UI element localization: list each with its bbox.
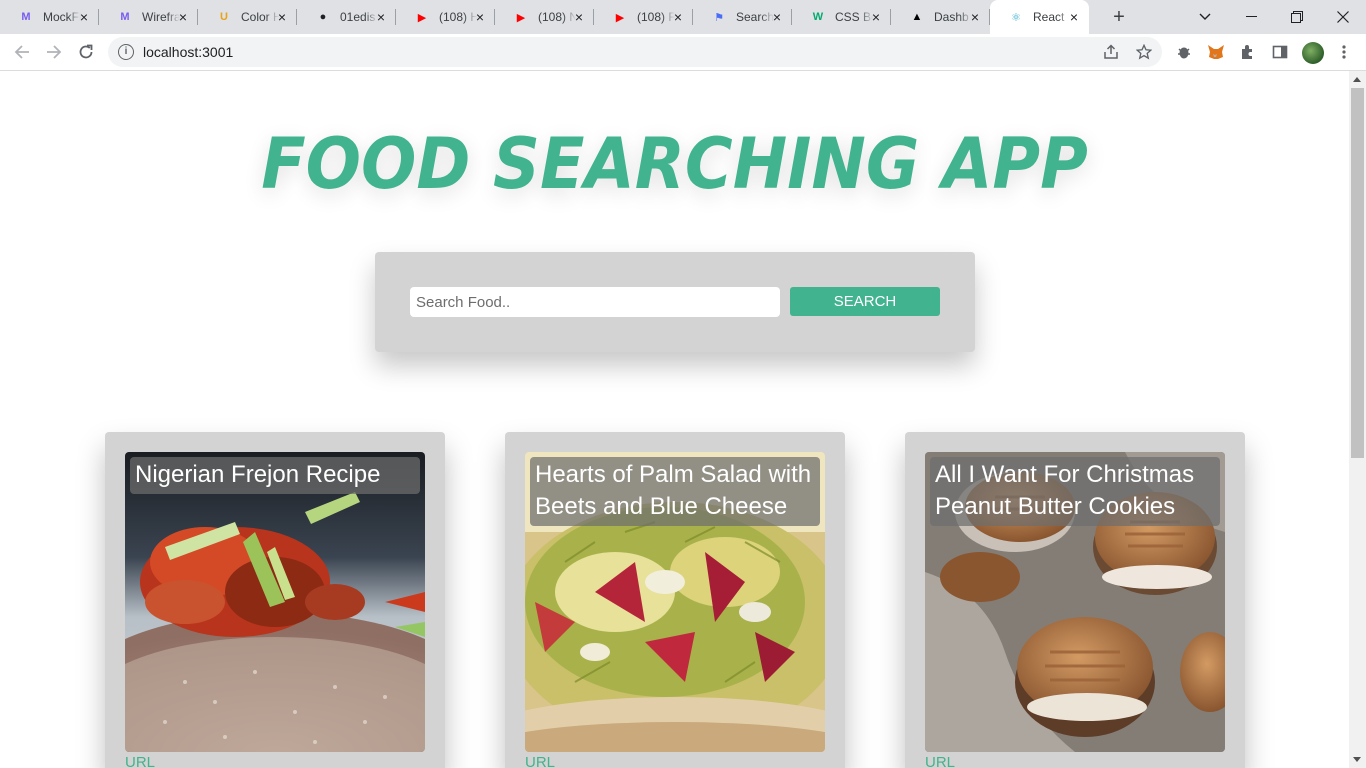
- tab-close-icon[interactable]: ×: [572, 10, 586, 24]
- tab-title: 01edis: [340, 10, 376, 24]
- tab-close-icon[interactable]: ×: [968, 10, 982, 24]
- tab-title: CSS Bo: [835, 10, 873, 24]
- restore-icon: [1291, 11, 1303, 23]
- recipe-image: All I Want For Christmas Peanut Butter C…: [925, 452, 1225, 752]
- app-title: FOOD SEARCHING APP: [261, 123, 1088, 205]
- browser-tab[interactable]: ▶ (108) F ×: [594, 0, 693, 34]
- flag-icon: ⚑: [714, 11, 724, 24]
- tab-close-icon[interactable]: ×: [275, 10, 289, 24]
- share-icon[interactable]: [1101, 42, 1121, 62]
- tab-title: Color Hunt: [241, 10, 279, 24]
- arrow-right-icon: [47, 45, 62, 59]
- recipe-url-link[interactable]: URL: [925, 754, 955, 768]
- scroll-down-icon[interactable]: [1353, 757, 1361, 762]
- react-icon: ⚛: [1011, 11, 1021, 24]
- scroll-up-icon[interactable]: [1353, 77, 1361, 82]
- tab-title: (108) F: [637, 10, 675, 24]
- youtube-icon: ▶: [417, 11, 427, 24]
- browser-tab-strip: MMockFlow×MWireframe×UColor Hunt×●01edis…: [0, 0, 1366, 34]
- mockflow-icon: M: [120, 11, 130, 23]
- tab-title: Search: [736, 10, 774, 24]
- side-panel-icon[interactable]: [1270, 42, 1290, 62]
- recipe-image: Nigerian Frejon Recipe: [125, 452, 425, 752]
- browser-menu-icon[interactable]: [1334, 42, 1354, 62]
- search-panel: SEARCH: [375, 252, 975, 352]
- scrollbar-thumb[interactable]: [1351, 88, 1364, 458]
- arrow-left-icon: [14, 45, 29, 59]
- address-bar[interactable]: i localhost:3001: [108, 37, 1162, 67]
- youtube-icon: ▶: [516, 11, 526, 24]
- browser-tab[interactable]: ▲ Dashb ×: [891, 0, 990, 34]
- tab-title: Wireframe: [142, 10, 180, 24]
- recipe-title: Hearts of Palm Salad with Beets and Blue…: [530, 457, 820, 526]
- bug-extension-icon[interactable]: [1174, 42, 1194, 62]
- page-viewport: FOOD SEARCHING APP SEARCH: [0, 71, 1349, 768]
- browser-tab[interactable]: ▶ (108) N ×: [495, 0, 594, 34]
- tab-close-icon[interactable]: ×: [770, 10, 784, 24]
- extensions-puzzle-icon[interactable]: [1238, 42, 1258, 62]
- new-tab-button[interactable]: +: [1108, 6, 1130, 28]
- browser-toolbar: i localhost:3001: [0, 34, 1366, 71]
- recipe-title: Nigerian Frejon Recipe: [130, 457, 420, 494]
- github-icon: ●: [319, 11, 327, 23]
- w3-icon: W: [812, 11, 824, 23]
- tab-title: React: [1033, 10, 1065, 24]
- tab-title: (108) N: [538, 10, 576, 24]
- recipe-card: All I Want For Christmas Peanut Butter C…: [905, 432, 1245, 768]
- browser-tab[interactable]: ▶ (108) H ×: [396, 0, 495, 34]
- chevron-down-icon: [1199, 13, 1211, 20]
- bookmark-star-icon[interactable]: [1134, 42, 1154, 62]
- recipe-image: Hearts of Palm Salad with Beets and Blue…: [525, 452, 825, 752]
- tab-close-icon[interactable]: ×: [374, 10, 388, 24]
- tab-close-icon[interactable]: ×: [473, 10, 487, 24]
- back-button[interactable]: [10, 40, 34, 64]
- color-hunt-icon: U: [220, 11, 228, 23]
- close-icon: [1337, 11, 1349, 23]
- search-input[interactable]: [410, 287, 780, 317]
- browser-tab[interactable]: ⚑ Search ×: [693, 0, 792, 34]
- recipe-url-link[interactable]: URL: [525, 754, 555, 768]
- close-window-button[interactable]: [1320, 0, 1366, 34]
- frejon-photo: [125, 452, 425, 752]
- site-info-icon[interactable]: i: [118, 44, 134, 60]
- browser-tab[interactable]: W CSS Bo×: [792, 0, 891, 34]
- forward-button[interactable]: [42, 40, 66, 64]
- restore-button[interactable]: [1274, 0, 1320, 34]
- tab-title: (108) H: [439, 10, 477, 24]
- tab-close-icon[interactable]: ×: [1067, 10, 1081, 24]
- recipe-title: All I Want For Christmas Peanut Butter C…: [930, 457, 1220, 526]
- reload-button[interactable]: [74, 40, 98, 64]
- mockflow-icon: M: [21, 11, 31, 23]
- browser-tab[interactable]: ● 01edis ×: [297, 0, 396, 34]
- tab-search-button[interactable]: [1182, 0, 1228, 34]
- tab-title: Dashb: [934, 10, 969, 24]
- tab-close-icon[interactable]: ×: [176, 10, 190, 24]
- minimize-icon: [1245, 16, 1257, 17]
- browser-tab[interactable]: M Wireframe×: [99, 0, 198, 34]
- reload-icon: [79, 44, 93, 59]
- search-button[interactable]: SEARCH: [790, 287, 940, 316]
- metamask-fox-icon[interactable]: [1206, 42, 1226, 62]
- tab-close-icon[interactable]: ×: [77, 10, 91, 24]
- minimize-button[interactable]: [1228, 0, 1274, 34]
- recipe-card: Nigerian Frejon Recipe URL: [105, 432, 445, 768]
- browser-tab[interactable]: U Color Hunt×: [198, 0, 297, 34]
- browser-tab[interactable]: ⚛ React ×: [990, 0, 1089, 34]
- address-url[interactable]: localhost:3001: [143, 44, 233, 60]
- recipe-url-link[interactable]: URL: [125, 754, 155, 768]
- tab-title: MockFlow: [43, 10, 81, 24]
- page-scrollbar[interactable]: [1349, 71, 1366, 768]
- vercel-icon: ▲: [911, 11, 923, 23]
- youtube-icon: ▶: [615, 11, 625, 24]
- profile-avatar[interactable]: [1302, 42, 1324, 64]
- tab-close-icon[interactable]: ×: [869, 10, 883, 24]
- browser-tab[interactable]: M MockFlow×: [0, 0, 99, 34]
- recipe-card: Hearts of Palm Salad with Beets and Blue…: [505, 432, 845, 768]
- tab-close-icon[interactable]: ×: [671, 10, 685, 24]
